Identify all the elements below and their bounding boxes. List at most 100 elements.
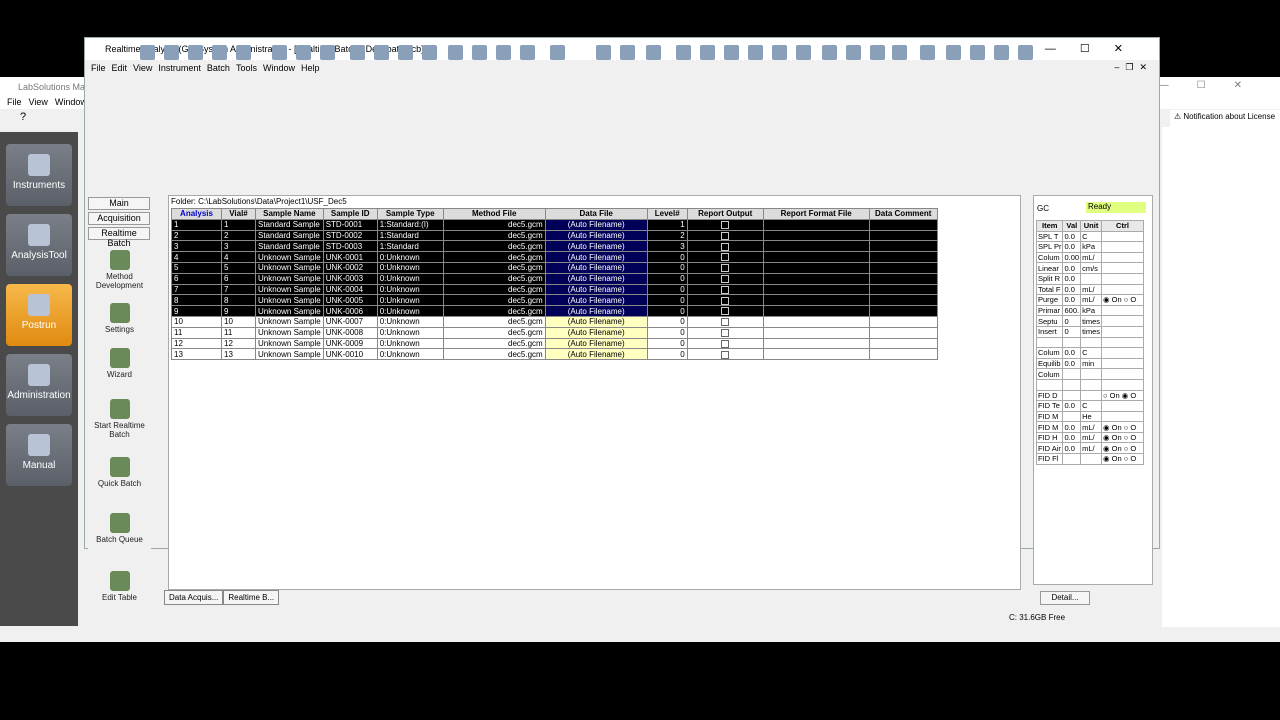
table-cell[interactable] [868, 251, 938, 263]
table-cell[interactable]: 7 [171, 283, 222, 296]
table-cell[interactable]: Unknown Sample [255, 261, 324, 274]
table-cell[interactable]: 1 [221, 218, 256, 231]
table-cell[interactable]: 10 [221, 315, 256, 328]
table-cell[interactable] [762, 326, 870, 339]
table-cell[interactable]: Unknown Sample [255, 283, 324, 296]
toolbar-button-4-icon[interactable] [212, 45, 227, 60]
monitor-cell[interactable]: ◉ On ○ O [1101, 442, 1145, 455]
toolbar-button-21-icon[interactable] [676, 45, 691, 60]
toolbar-button-14-icon[interactable] [472, 45, 487, 60]
report-output-cell[interactable] [686, 337, 764, 350]
table-cell[interactable]: 3 [646, 240, 688, 253]
monitor-cell[interactable]: ◉ On ○ O [1101, 294, 1145, 306]
table-cell[interactable] [762, 240, 870, 253]
table-row[interactable]: 8 8 Unknown Sample UNK-0005 0:Unknown dec5.gc… [171, 294, 938, 307]
table-cell[interactable]: (Auto Filename) [544, 261, 648, 274]
table-cell[interactable]: 6 [221, 272, 256, 285]
table-cell[interactable]: dec5.gcm [442, 283, 546, 296]
col-header[interactable]: Sample Name [255, 208, 324, 220]
outer-menu-view[interactable]: View [29, 97, 48, 107]
table-cell[interactable]: 1:Standard [376, 240, 444, 253]
table-cell[interactable]: 12 [171, 337, 222, 350]
monitor-cell[interactable] [1101, 347, 1145, 359]
table-cell[interactable] [868, 315, 938, 328]
report-output-cell[interactable] [686, 305, 764, 317]
report-output-cell[interactable] [686, 326, 764, 339]
table-cell[interactable]: (Auto Filename) [544, 315, 648, 328]
table-row[interactable]: 7 7 Unknown Sample UNK-0004 0:Unknown dec5.gc… [171, 283, 938, 296]
toolbar-button-1-icon[interactable] [140, 45, 155, 60]
table-cell[interactable]: Unknown Sample [255, 294, 324, 307]
table-cell[interactable]: UNK-0003 [322, 272, 378, 285]
table-cell[interactable]: Standard Sample [255, 240, 324, 253]
toolbar-button-29-icon[interactable] [870, 45, 885, 60]
table-cell[interactable] [762, 305, 870, 317]
toolbar-button-19-icon[interactable] [620, 45, 635, 60]
toolbar-button-13-icon[interactable] [448, 45, 463, 60]
table-cell[interactable]: dec5.gcm [442, 251, 546, 263]
table-cell[interactable]: 10 [171, 315, 222, 328]
table-cell[interactable]: Unknown Sample [255, 348, 324, 361]
table-cell[interactable]: 0 [646, 315, 688, 328]
table-cell[interactable]: UNK-0009 [322, 337, 378, 350]
table-cell[interactable] [868, 348, 938, 361]
toolbar-button-22-icon[interactable] [700, 45, 715, 60]
table-cell[interactable]: dec5.gcm [442, 315, 546, 328]
table-cell[interactable] [762, 315, 870, 328]
col-header[interactable]: Report Output [686, 208, 764, 220]
table-cell[interactable]: 1 [646, 218, 688, 231]
monitor-cell[interactable] [1101, 262, 1145, 274]
table-cell[interactable] [762, 294, 870, 307]
table-cell[interactable]: UNK-0008 [322, 326, 378, 339]
monitor-cell[interactable] [1101, 410, 1145, 423]
table-cell[interactable]: STD-0001 [322, 218, 378, 231]
table-cell[interactable]: 7 [221, 283, 256, 296]
monitor-cell[interactable]: ◉ On ○ O [1101, 431, 1145, 444]
report-output-cell[interactable] [686, 251, 764, 263]
monitor-cell[interactable] [1101, 272, 1145, 285]
table-cell[interactable]: 13 [221, 348, 256, 361]
table-cell[interactable]: 8 [171, 294, 222, 307]
report-output-checkbox[interactable] [721, 350, 730, 359]
nav-settings[interactable]: Settings [88, 303, 151, 334]
toolbar-button-16-icon[interactable] [520, 45, 535, 60]
table-cell[interactable]: (Auto Filename) [544, 283, 648, 296]
monitor-cell[interactable] [1101, 400, 1145, 412]
table-cell[interactable]: 12 [221, 337, 256, 350]
monitor-cell[interactable]: ◉ On ○ O [1101, 453, 1145, 465]
table-cell[interactable] [868, 240, 938, 253]
table-cell[interactable]: dec5.gcm [442, 337, 546, 350]
sidebar-postrun[interactable]: Postrun [6, 284, 72, 346]
table-cell[interactable]: 13 [171, 348, 222, 361]
toolbar-button-27-icon[interactable] [822, 45, 837, 60]
detail-button[interactable]: Detail... [1040, 591, 1090, 605]
help-button[interactable]: ? [20, 111, 26, 123]
toolbar-button-25-icon[interactable] [772, 45, 787, 60]
table-cell[interactable]: dec5.gcm [442, 348, 546, 361]
table-cell[interactable]: 0:Unknown [376, 337, 444, 350]
report-output-cell[interactable] [686, 229, 764, 242]
nav-edit-table[interactable]: Edit Table [88, 571, 151, 602]
table-cell[interactable]: UNK-0010 [322, 348, 378, 361]
table-cell[interactable]: 0 [646, 272, 688, 285]
sidebar-instruments[interactable]: Instruments [6, 144, 72, 206]
report-output-cell[interactable] [686, 315, 764, 328]
table-cell[interactable]: 0 [646, 283, 688, 296]
monitor-cell[interactable] [1101, 304, 1145, 317]
menu-edit[interactable]: Edit [112, 63, 128, 73]
toolbar-button-17-icon[interactable] [550, 45, 565, 60]
table-cell[interactable]: 2 [221, 229, 256, 242]
table-cell[interactable]: dec5.gcm [442, 240, 546, 253]
table-cell[interactable]: UNK-0006 [322, 305, 378, 317]
toolbar-button-34-icon[interactable] [994, 45, 1009, 60]
monitor-cell[interactable]: ○ On ◉ O [1101, 389, 1145, 402]
report-output-checkbox[interactable] [721, 221, 730, 230]
table-row[interactable]: 10 10 Unknown Sample UNK-0007 0:Unknown dec5.… [171, 315, 938, 328]
table-cell[interactable]: (Auto Filename) [544, 272, 648, 285]
table-cell[interactable]: UNK-0004 [322, 283, 378, 296]
table-cell[interactable] [868, 261, 938, 274]
sidebar-manual[interactable]: Manual [6, 424, 72, 486]
mdi-controls[interactable]: –❐✕ [1114, 62, 1153, 73]
table-cell[interactable]: dec5.gcm [442, 305, 546, 317]
table-cell[interactable]: 0:Unknown [376, 272, 444, 285]
